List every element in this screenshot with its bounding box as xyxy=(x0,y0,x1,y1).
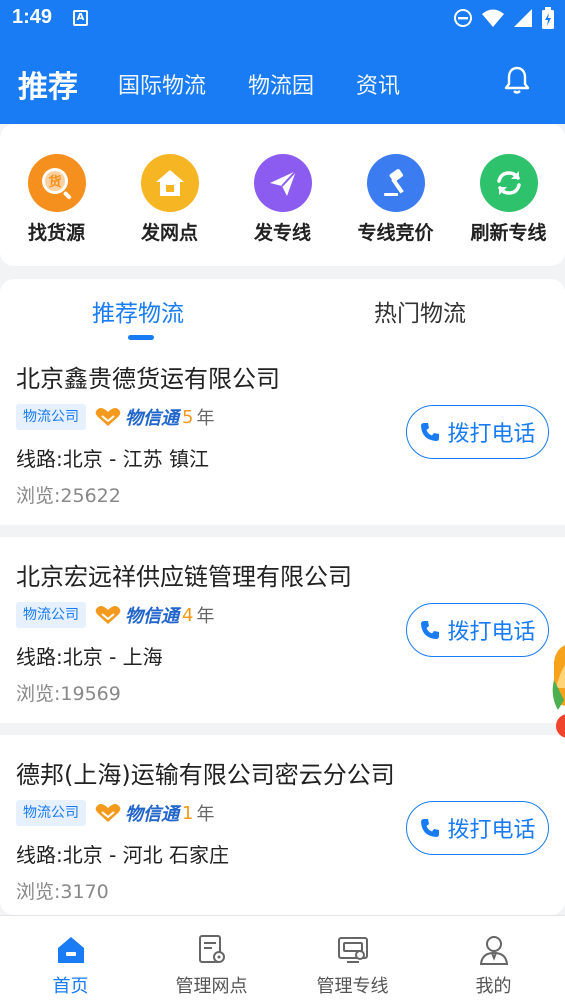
quick-actions: 货 找货源 发网点 发专线 专线竞价 刷新专线 xyxy=(0,124,565,266)
action-line-bidding[interactable]: 专线竞价 xyxy=(339,154,452,245)
company-views: 浏览:19569 xyxy=(16,683,121,705)
nav-tab-international[interactable]: 国际物流 xyxy=(118,68,206,100)
company-type-badge: 物流公司 xyxy=(16,800,86,826)
membership-years: 4 xyxy=(182,604,194,626)
gavel-icon xyxy=(366,154,425,212)
home-icon xyxy=(57,937,84,963)
action-post-line[interactable]: 发专线 xyxy=(226,154,339,245)
company-route: 线路:北京 - 河北 石家庄 xyxy=(16,843,230,867)
bell-icon[interactable] xyxy=(501,64,533,96)
company-route: 线路:北京 - 江苏 镇江 xyxy=(16,447,210,471)
company-type-badge: 物流公司 xyxy=(16,404,86,430)
brand-name: 物信通 xyxy=(125,804,179,825)
company-route: 线路:北京 - 上海 xyxy=(16,645,163,669)
house-icon xyxy=(140,154,199,212)
do-not-disturb-icon xyxy=(454,9,472,27)
signal-icon xyxy=(514,9,532,27)
tab-label: 管理专线 xyxy=(316,976,389,997)
battery-icon xyxy=(542,7,554,29)
action-label: 发网点 xyxy=(140,222,198,244)
action-post-outlet[interactable]: 发网点 xyxy=(113,154,226,245)
goods-glyph: 货 xyxy=(48,174,61,190)
call-button-label: 拨打电话 xyxy=(447,422,536,447)
tab-manage-outlets[interactable]: 管理网点 xyxy=(141,916,282,998)
membership-years: 5 xyxy=(182,406,194,428)
tab-manage-lines[interactable]: 管理专线 xyxy=(282,916,423,998)
tab-label: 管理网点 xyxy=(175,976,248,997)
action-find-goods[interactable]: 货 找货源 xyxy=(0,154,113,245)
action-refresh-line[interactable]: 刷新专线 xyxy=(452,154,565,245)
divider xyxy=(0,525,565,537)
tab-label: 首页 xyxy=(52,976,89,997)
logistics-list: 推荐物流 热门物流 北京鑫贵德货运有限公司 物流公司 物信通 5 年 线路:北京… xyxy=(0,279,565,915)
refresh-icon xyxy=(479,154,538,212)
membership-year-unit: 年 xyxy=(196,606,215,627)
manage-outlet-icon xyxy=(198,935,225,963)
call-button-label: 拨打电话 xyxy=(447,620,536,645)
handshake-icon xyxy=(95,804,121,822)
action-label: 专线竞价 xyxy=(357,222,434,244)
nav-tab-recommend[interactable]: 推荐 xyxy=(18,62,78,106)
phone-icon xyxy=(421,423,440,441)
company-name: 北京宏远祥供应链管理有限公司 xyxy=(16,563,352,591)
floating-promo-icon[interactable] xyxy=(545,640,565,740)
brand-name: 物信通 xyxy=(125,408,179,429)
tab-recommended-logistics[interactable]: 推荐物流 xyxy=(92,294,184,328)
divider xyxy=(0,723,565,735)
call-button[interactable]: 拨打电话 xyxy=(406,801,549,855)
call-button[interactable]: 拨打电话 xyxy=(406,603,549,657)
action-label: 找货源 xyxy=(27,222,85,244)
membership-year-unit: 年 xyxy=(196,408,215,429)
action-label: 发专线 xyxy=(253,222,311,244)
phone-icon xyxy=(421,819,440,837)
company-views: 浏览:3170 xyxy=(16,881,109,903)
top-nav: 推荐 国际物流 物流园 资讯 xyxy=(0,38,565,124)
tab-indicator xyxy=(128,335,154,340)
tab-hot-logistics[interactable]: 热门物流 xyxy=(374,294,466,328)
company-views: 浏览:25622 xyxy=(16,485,121,507)
company-type-badge: 物流公司 xyxy=(16,602,86,628)
bottom-tab-bar: 首页 管理网点 管理专线 我的 xyxy=(0,915,565,1004)
handshake-icon xyxy=(95,408,121,426)
goods-source-icon: 货 xyxy=(27,154,86,212)
status-time: 1:49 xyxy=(12,6,53,28)
status-bar: 1:49 A xyxy=(0,0,565,38)
wifi-icon xyxy=(482,9,504,27)
notification-a-icon: A xyxy=(73,10,88,26)
action-label: 刷新专线 xyxy=(470,222,547,244)
brand-name: 物信通 xyxy=(125,606,179,627)
call-button[interactable]: 拨打电话 xyxy=(406,405,549,459)
handshake-icon xyxy=(95,606,121,624)
manage-line-icon xyxy=(337,937,368,963)
company-name: 德邦(上海)运输有限公司密云分公司 xyxy=(16,761,395,789)
call-button-label: 拨打电话 xyxy=(447,818,536,843)
company-card[interactable]: 德邦(上海)运输有限公司密云分公司 物流公司 物信通 1 年 线路:北京 - 河… xyxy=(0,755,565,915)
company-card[interactable]: 北京宏远祥供应链管理有限公司 物流公司 物信通 4 年 线路:北京 - 上海 浏… xyxy=(0,557,565,723)
company-card[interactable]: 北京鑫贵德货运有限公司 物流公司 物信通 5 年 线路:北京 - 江苏 镇江 浏… xyxy=(0,359,565,525)
company-name: 北京鑫贵德货运有限公司 xyxy=(16,365,280,393)
paper-plane-icon xyxy=(253,154,312,212)
nav-tab-logistics-park[interactable]: 物流园 xyxy=(248,68,314,100)
tab-profile[interactable]: 我的 xyxy=(423,916,564,998)
tab-home[interactable]: 首页 xyxy=(0,916,141,998)
membership-year-unit: 年 xyxy=(196,804,215,825)
phone-icon xyxy=(421,621,440,639)
profile-icon xyxy=(479,936,508,965)
nav-tab-news[interactable]: 资讯 xyxy=(356,68,400,100)
tab-label: 我的 xyxy=(475,976,512,997)
membership-years: 1 xyxy=(182,802,194,824)
